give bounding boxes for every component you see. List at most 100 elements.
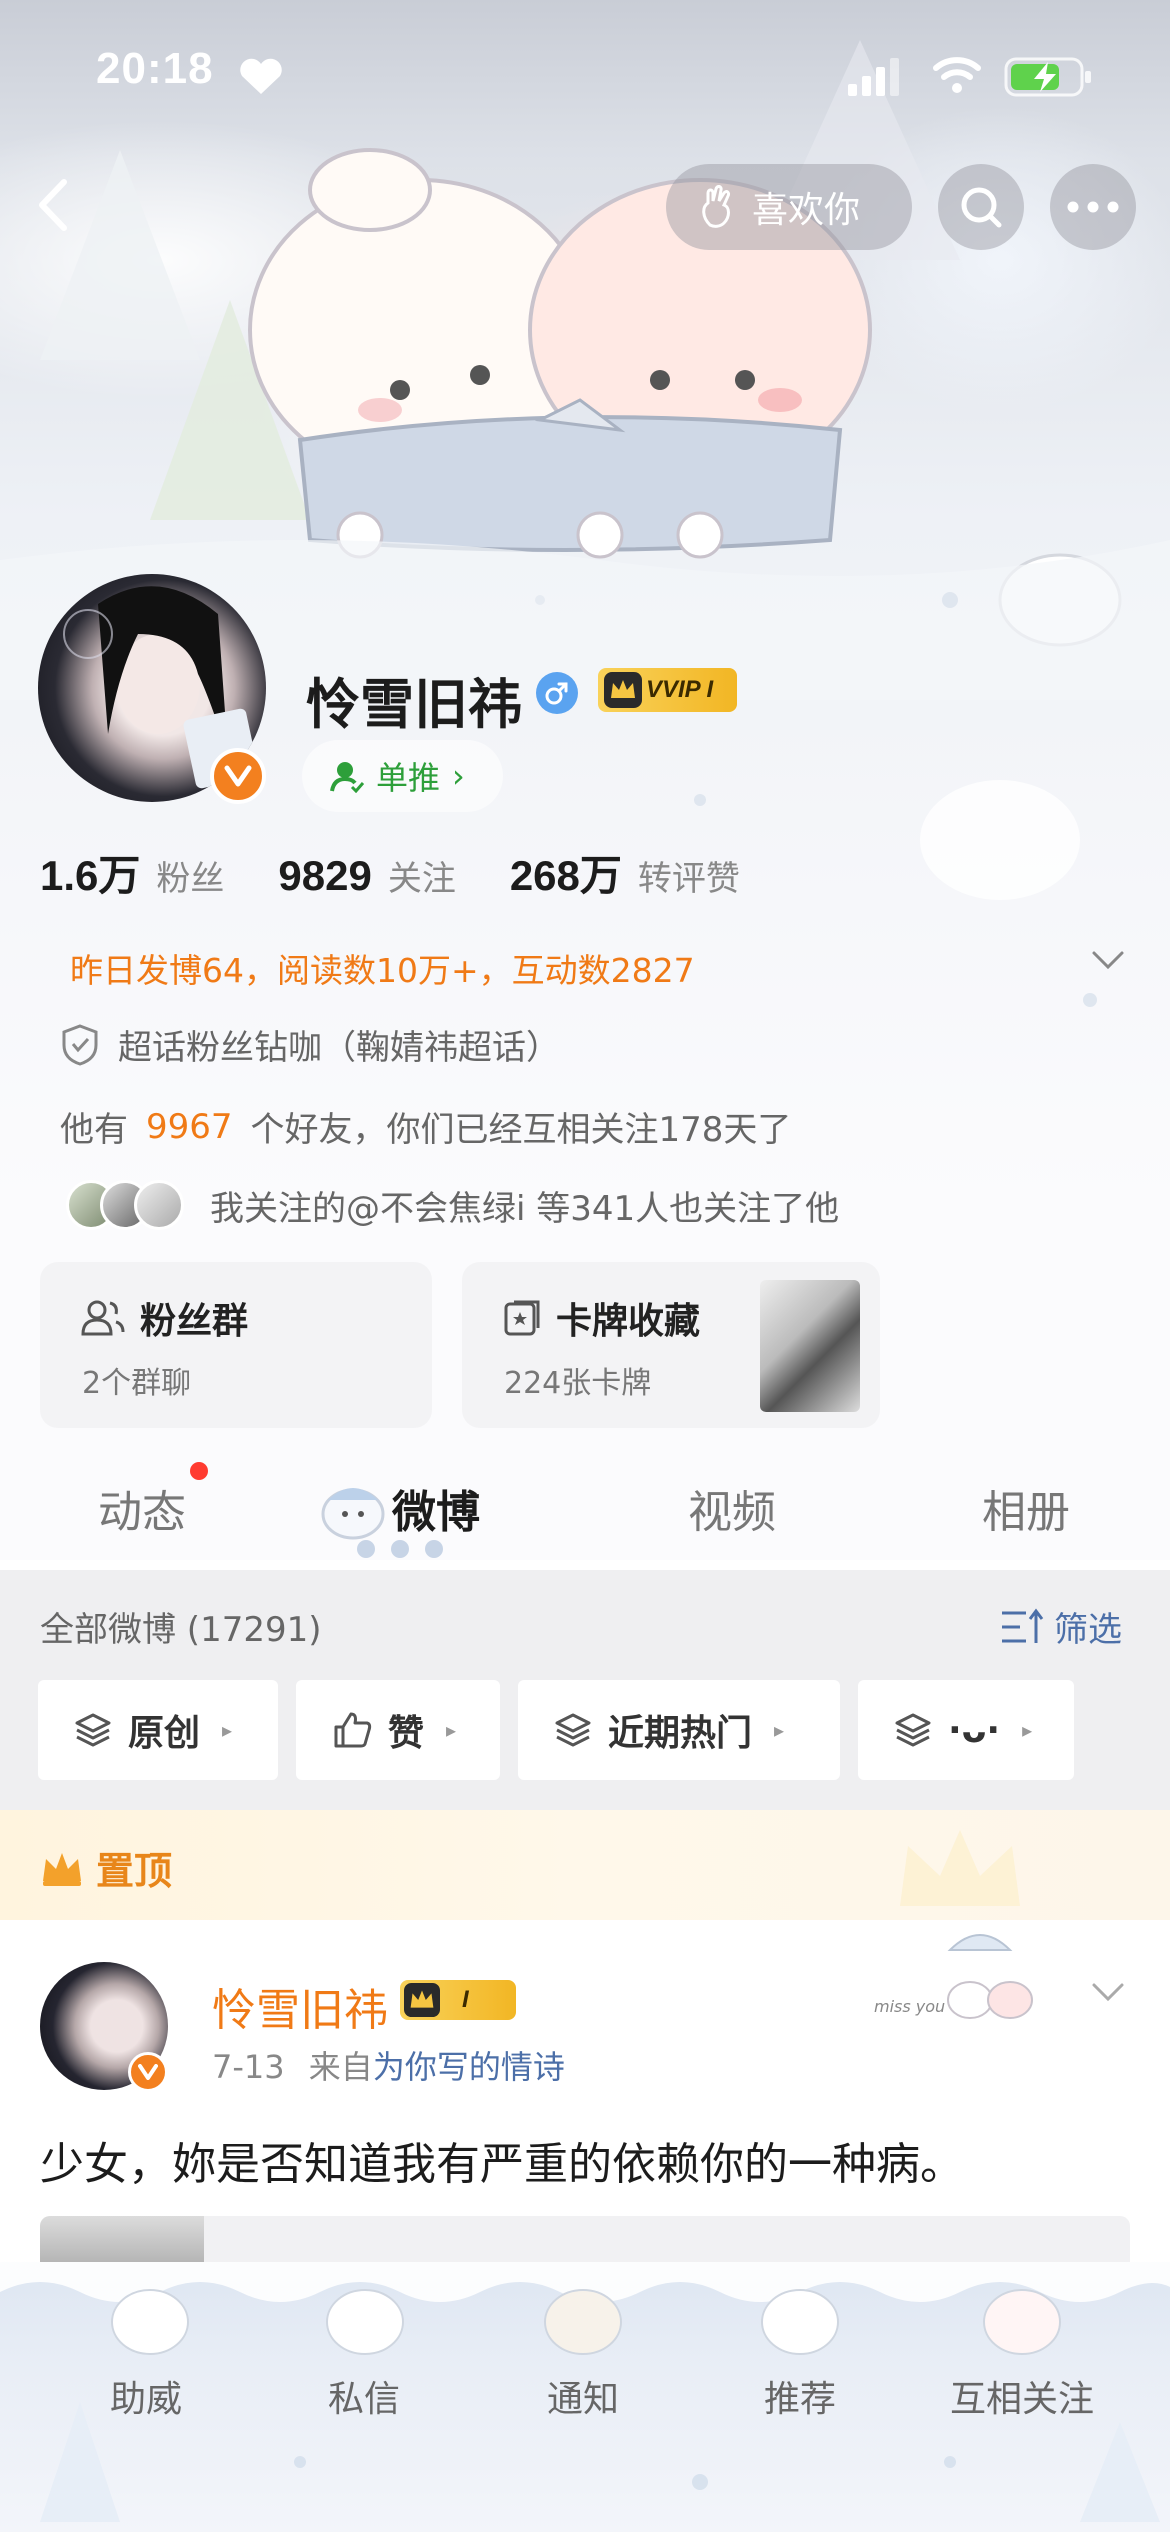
card-collection-icon — [504, 1300, 540, 1336]
like-you-label: 喜欢你 — [752, 190, 861, 231]
verified-v-icon — [224, 765, 252, 787]
nickname: 怜雪旧祎 — [306, 673, 522, 736]
card-collection-title: 卡牌收藏 — [556, 1301, 701, 1342]
mutual-text: 我关注的@不会焦绿i 等341人也关注了他 — [210, 1188, 840, 1229]
dantui-button[interactable]: 单推 › — [302, 740, 503, 812]
bottom-recommend-button[interactable]: 推荐 — [700, 2370, 900, 2422]
back-button[interactable] — [24, 170, 84, 240]
wifi-icon — [933, 57, 981, 93]
signal-icon — [848, 58, 899, 96]
mutual-followers-line[interactable]: 我关注的@不会焦绿i 等341人也关注了他 — [66, 1180, 839, 1230]
friends-count[interactable]: 9967 — [146, 1107, 233, 1147]
following-count[interactable]: 9829 — [278, 852, 371, 900]
heart-icon — [240, 58, 282, 94]
bottom-cheer-button[interactable]: 助威 — [46, 2370, 246, 2422]
post-meta: 7-13 来自为你写的情诗 — [212, 2042, 565, 2088]
fans-label[interactable]: 粉丝 — [156, 851, 224, 900]
crown-icon — [604, 672, 642, 708]
fan-group-card[interactable]: 粉丝群 2个群聊 — [40, 1262, 432, 1428]
notification-dot — [190, 1462, 208, 1480]
post-date: 7-13 — [212, 2048, 285, 2086]
pinned-header — [0, 1810, 1170, 1920]
post-vip-label: I — [462, 1986, 469, 2013]
interactions-label: 转评赞 — [637, 859, 740, 899]
filter-button[interactable]: 筛选 — [1000, 1602, 1122, 1651]
layers-icon — [555, 1713, 591, 1747]
vvip-label: VVIP I — [646, 676, 714, 703]
tab-dynamic[interactable]: 动态 — [98, 1476, 186, 1540]
post-source-prefix: 来自 — [308, 2048, 373, 2086]
thumbs-up-icon — [334, 1712, 372, 1748]
pinned-text: 置顶 — [96, 1849, 173, 1893]
snowflake-indicator-icon — [357, 1540, 443, 1558]
friends-suffix: 个好友，你们已经互相关注178天了 — [250, 1110, 792, 1150]
person-icon — [330, 762, 364, 793]
fan-group-sub: 2个群聊 — [82, 1366, 192, 1401]
chip-arrow-icon: ▸ — [222, 1718, 233, 1742]
friends-prefix: 他有 — [60, 1110, 128, 1150]
friends-line: 他有 9967 个好友，你们已经互相关注178天了 — [60, 1102, 791, 1151]
search-button[interactable] — [938, 164, 1024, 250]
search-icon — [961, 187, 1002, 228]
bottom-mutual-follow-button[interactable]: 互相关注 — [922, 2370, 1122, 2422]
chip-original[interactable]: 原创 ▸ — [38, 1680, 278, 1780]
chip-original-label: 原创 — [128, 1713, 201, 1754]
chevron-right-icon: › — [452, 757, 465, 795]
chip-trending[interactable]: 近期热门 ▸ — [518, 1680, 840, 1780]
layers-icon — [895, 1713, 931, 1747]
pinned-label: 置顶 — [40, 1840, 172, 1895]
profile-stats: 1.6万 粉丝 9829 关注 268万 转评赞 — [40, 842, 794, 903]
chip-arrow-icon: ▸ — [1022, 1718, 1033, 1742]
crown-icon — [404, 1982, 440, 2018]
like-gesture-icon — [702, 185, 730, 228]
post-text[interactable]: 少女，妳是否知道我有严重的依赖你的一种病。 — [40, 2128, 964, 2192]
card-thumbnail — [760, 1280, 860, 1412]
filter-icon — [1002, 1608, 1044, 1643]
tab-video[interactable]: 视频 — [688, 1476, 776, 1540]
yesterday-stats: 昨日发博64，阅读数10万+，互动数2827 — [70, 951, 695, 990]
more-button[interactable] — [1050, 164, 1136, 250]
post-menu-chevron-icon[interactable] — [1090, 1980, 1126, 2004]
more-dots-icon — [1067, 201, 1119, 213]
male-gender-icon — [536, 672, 578, 714]
following-label[interactable]: 关注 — [388, 851, 456, 900]
supertopic-line[interactable]: 超话粉丝钻咖（鞠婧祎超话） — [60, 1020, 560, 1069]
follower-avatars — [66, 1180, 184, 1230]
snowman-tab-icon — [321, 1488, 385, 1540]
like-you-button[interactable]: 喜欢你 — [666, 164, 912, 250]
vvip-badge[interactable]: VVIP I — [598, 668, 738, 712]
chip-arrow-icon: ▸ — [774, 1718, 785, 1742]
dantui-label: 单推 — [376, 759, 441, 797]
filter-label: 筛选 — [1054, 1610, 1122, 1650]
chip-arrow-icon: ▸ — [446, 1718, 457, 1742]
sticker-text: miss you — [874, 1997, 945, 2016]
card-collection-sub: 224张卡牌 — [504, 1366, 652, 1401]
fan-group-title: 粉丝群 — [140, 1301, 249, 1342]
group-icon — [81, 1300, 125, 1336]
male-symbol — [545, 682, 568, 705]
post-vip-badge: I — [400, 1980, 516, 2020]
chevron-down-icon[interactable] — [1090, 948, 1126, 972]
interactions-count: 268万 — [509, 852, 622, 899]
status-time: 20:18 — [96, 44, 214, 93]
profile-tabs: 动态 微博 视频 相册 — [0, 1440, 1170, 1570]
verified-v-icon — [138, 2064, 158, 2080]
card-collection-card[interactable]: 卡牌收藏 224张卡牌 — [462, 1262, 880, 1428]
battery-charging-icon — [1004, 57, 1091, 97]
chip-custom[interactable]: ·ᴗ· ▸ — [858, 1680, 1074, 1780]
tab-weibo[interactable]: 微博 — [392, 1476, 480, 1540]
layers-icon — [75, 1713, 111, 1747]
all-weibo-count: 全部微博 (17291) — [40, 1610, 322, 1650]
post-verified-badge — [128, 2052, 168, 2092]
fans-count[interactable]: 1.6万 — [40, 842, 140, 903]
post-source[interactable]: 为你写的情诗 — [373, 2048, 565, 2086]
chip-liked[interactable]: 赞 ▸ — [296, 1680, 500, 1780]
post-author-name[interactable]: 怜雪旧祎 — [212, 1974, 388, 2038]
bottom-message-button[interactable]: 私信 — [264, 2370, 464, 2422]
chip-trending-label: 近期热门 — [608, 1713, 753, 1754]
crown-decoration — [900, 1830, 1020, 1906]
bottom-notify-button[interactable]: 通知 — [483, 2370, 683, 2422]
verified-badge — [210, 748, 266, 804]
crown-icon — [43, 1852, 81, 1886]
tab-album[interactable]: 相册 — [982, 1476, 1070, 1540]
